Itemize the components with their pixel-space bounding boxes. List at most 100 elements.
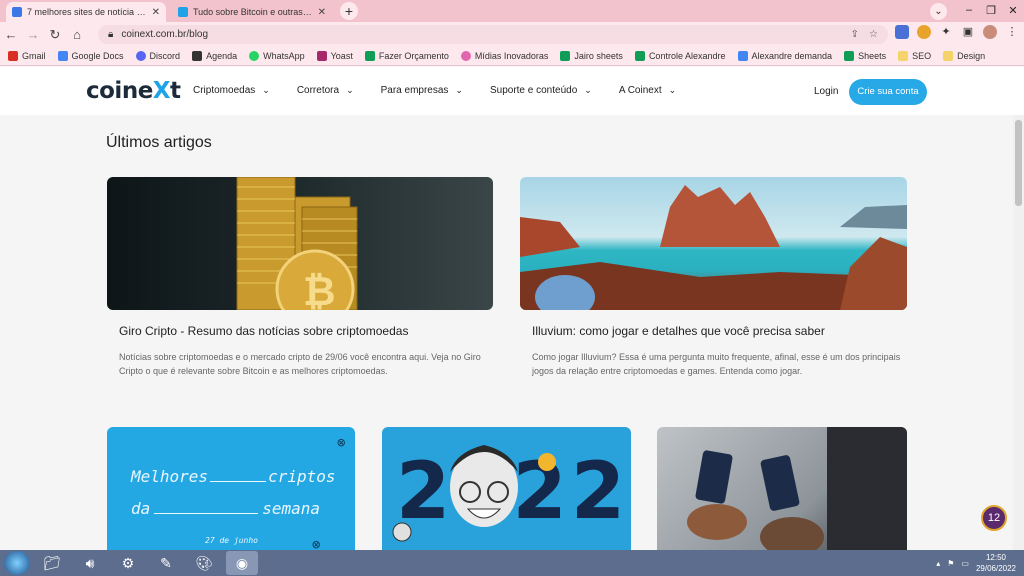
volume-icon[interactable]: 🔊︎ <box>74 551 106 575</box>
new-tab-button[interactable]: + <box>340 2 358 20</box>
nav-suporte[interactable]: Suporte e conteúdo ⌄ <box>490 85 592 96</box>
login-link[interactable]: Login <box>814 86 838 97</box>
maximize-icon[interactable]: ❐ <box>980 4 1002 17</box>
main-nav: Criptomoedas ⌄ Corretora ⌄ Para empresas ⌄ … <box>193 85 676 96</box>
nav-corretora[interactable]: Corretora ⌄ <box>297 85 354 96</box>
bookmark-seo[interactable]: SEO <box>898 51 931 61</box>
blog-content: Últimos artigos ₿ Giro Cripto - Resumo d… <box>0 115 1013 550</box>
avatar[interactable] <box>983 25 997 39</box>
forward-icon[interactable]: → <box>22 27 44 42</box>
address-bar[interactable]: 🔒︎ coinext.com.br/blog ⇪ ☆ <box>98 25 888 44</box>
smiling-man-image <box>392 445 556 542</box>
chrome-icon[interactable]: ◉ <box>226 551 258 575</box>
coin-outline-icon: ⊗ <box>312 537 321 550</box>
scrollbar-thumb[interactable] <box>1015 120 1022 206</box>
tab-title: 7 melhores sites de notícia sobre <box>27 7 147 17</box>
chevron-down-icon: ⌄ <box>584 85 592 95</box>
paint-icon[interactable]: 🎨︎ <box>188 551 220 575</box>
close-tab-icon[interactable]: ✕ <box>318 7 326 18</box>
article-title[interactable]: Illuvium: como jogar e detalhes que você… <box>532 324 825 338</box>
bookmark-jairo-sheets[interactable]: Jairo sheets <box>560 51 623 61</box>
browser-tab-active[interactable]: 7 melhores sites de notícia sobre ✕ <box>6 2 166 22</box>
chevron-down-icon: ⌄ <box>668 85 677 95</box>
section-title: Últimos artigos <box>106 134 212 151</box>
close-window-icon[interactable]: ✕ <box>1002 4 1024 17</box>
tab-title: Tudo sobre Bitcoin e outras cripto <box>193 7 313 17</box>
article-image-2022[interactable]: 2022 <box>382 427 631 550</box>
steam-icon[interactable]: ⚙ <box>112 551 144 575</box>
sheets-icon <box>844 51 855 61</box>
coinext-logo[interactable]: coineXt <box>86 78 181 104</box>
menu-icon[interactable]: ⋮ <box>1005 25 1019 39</box>
discord-icon <box>135 51 146 61</box>
bookmarks-bar: Gmail Google Docs Discord Agenda WhatsAp… <box>0 47 1024 66</box>
gold-coins-image: ₿ <box>236 177 358 310</box>
tab-search-chevron-icon[interactable]: ⌄ <box>930 3 947 20</box>
puzzle-icon[interactable]: ✦ <box>939 25 953 39</box>
windows-taskbar: 📁︎ 🔊︎ ⚙ ✎ 🎨︎ ◉ ▴ ⚑ ▭ 12:50 29/06/2022 <box>0 550 1024 576</box>
coin-outline-icon: ⊗ <box>337 435 346 451</box>
yoast-icon <box>316 51 327 61</box>
start-button[interactable] <box>4 551 30 575</box>
bookmark-discord[interactable]: Discord <box>135 51 180 61</box>
folder-icon <box>898 51 909 61</box>
bookmark-sheets[interactable]: Sheets <box>844 51 886 61</box>
svg-text:₿: ₿ <box>303 270 336 310</box>
url-text: coinext.com.br/blog <box>121 29 209 40</box>
folder-icon <box>943 51 954 61</box>
page-scrollbar[interactable] <box>1013 115 1024 550</box>
article-image-illuvium[interactable] <box>520 177 907 310</box>
extension-icon[interactable] <box>917 25 931 39</box>
create-account-button[interactable]: Crie sua conta <box>849 79 927 105</box>
flag-icon[interactable]: ⚑ <box>947 559 954 568</box>
article-image-phones[interactable] <box>657 427 907 550</box>
coinext-favicon-icon <box>178 7 188 17</box>
docs-icon <box>57 51 68 61</box>
file-explorer-icon[interactable]: 📁︎ <box>36 551 68 575</box>
bookmark-google-docs[interactable]: Google Docs <box>57 51 124 61</box>
lock-icon: 🔒︎ <box>108 29 114 40</box>
bookmark-star-icon[interactable]: ☆ <box>869 29 878 40</box>
app-icon[interactable]: ✎ <box>150 551 182 575</box>
bookmark-design[interactable]: Design <box>943 51 985 61</box>
reload-icon[interactable]: ↻ <box>44 27 66 43</box>
landscape-image <box>520 185 907 310</box>
close-tab-icon[interactable]: ✕ <box>152 7 160 18</box>
docs-icon <box>737 51 748 61</box>
docs-favicon-icon <box>12 7 22 17</box>
extension-icon[interactable] <box>895 25 909 39</box>
bookmark-alexandre-demanda[interactable]: Alexandre demanda <box>737 51 832 61</box>
article-title[interactable]: Giro Cripto - Resumo das notícias sobre … <box>119 324 408 338</box>
window-controls: – ❐ ✕ <box>958 0 1024 20</box>
share-icon[interactable]: ⇪ <box>851 29 859 40</box>
bookmark-whatsapp[interactable]: WhatsApp <box>249 51 305 61</box>
nav-a-coinext[interactable]: A Coinext ⌄ <box>619 85 676 96</box>
network-icon[interactable]: ▭ <box>961 559 969 568</box>
chat-notification-badge[interactable]: 12 <box>981 505 1007 531</box>
chevron-down-icon: ⌄ <box>262 85 270 95</box>
clock[interactable]: 12:50 29/06/2022 <box>976 552 1016 574</box>
chevron-down-icon: ⌄ <box>455 85 463 95</box>
sidepanel-icon[interactable]: ▣ <box>961 25 975 39</box>
browser-tab[interactable]: Tudo sobre Bitcoin e outras cripto ✕ <box>172 2 332 22</box>
nav-para-empresas[interactable]: Para empresas ⌄ <box>381 85 463 96</box>
bookmark-agenda[interactable]: Agenda <box>192 51 237 61</box>
bookmark-gmail[interactable]: Gmail <box>8 51 46 61</box>
back-icon[interactable]: ← <box>0 27 22 42</box>
chevron-down-icon: ⌄ <box>346 85 354 95</box>
bookmark-controle-alexandre[interactable]: Controle Alexandre <box>634 51 726 61</box>
site-header: coineXt Criptomoedas ⌄ Corretora ⌄ Para em… <box>0 67 1024 115</box>
article-image-melhores-criptos[interactable]: Melhores criptos da semana 27 de junho ⊗ ⊗ <box>107 427 355 550</box>
bookmark-midias-inovadoras[interactable]: Mídias Inovadoras <box>460 51 548 61</box>
nav-criptomoedas[interactable]: Criptomoedas ⌄ <box>193 85 270 96</box>
whatsapp-icon <box>249 51 260 61</box>
sheets-icon <box>364 51 375 61</box>
people-phones-image <box>687 427 907 550</box>
bookmark-yoast[interactable]: Yoast <box>316 51 353 61</box>
minimize-icon[interactable]: – <box>958 4 980 16</box>
tray-arrow-icon[interactable]: ▴ <box>936 559 940 568</box>
bookmark-fazer-orcamento[interactable]: Fazer Orçamento <box>364 51 449 61</box>
agenda-icon <box>192 51 203 61</box>
home-icon[interactable]: ⌂ <box>66 27 88 42</box>
article-image-giro-cripto[interactable]: ₿ <box>107 177 493 310</box>
